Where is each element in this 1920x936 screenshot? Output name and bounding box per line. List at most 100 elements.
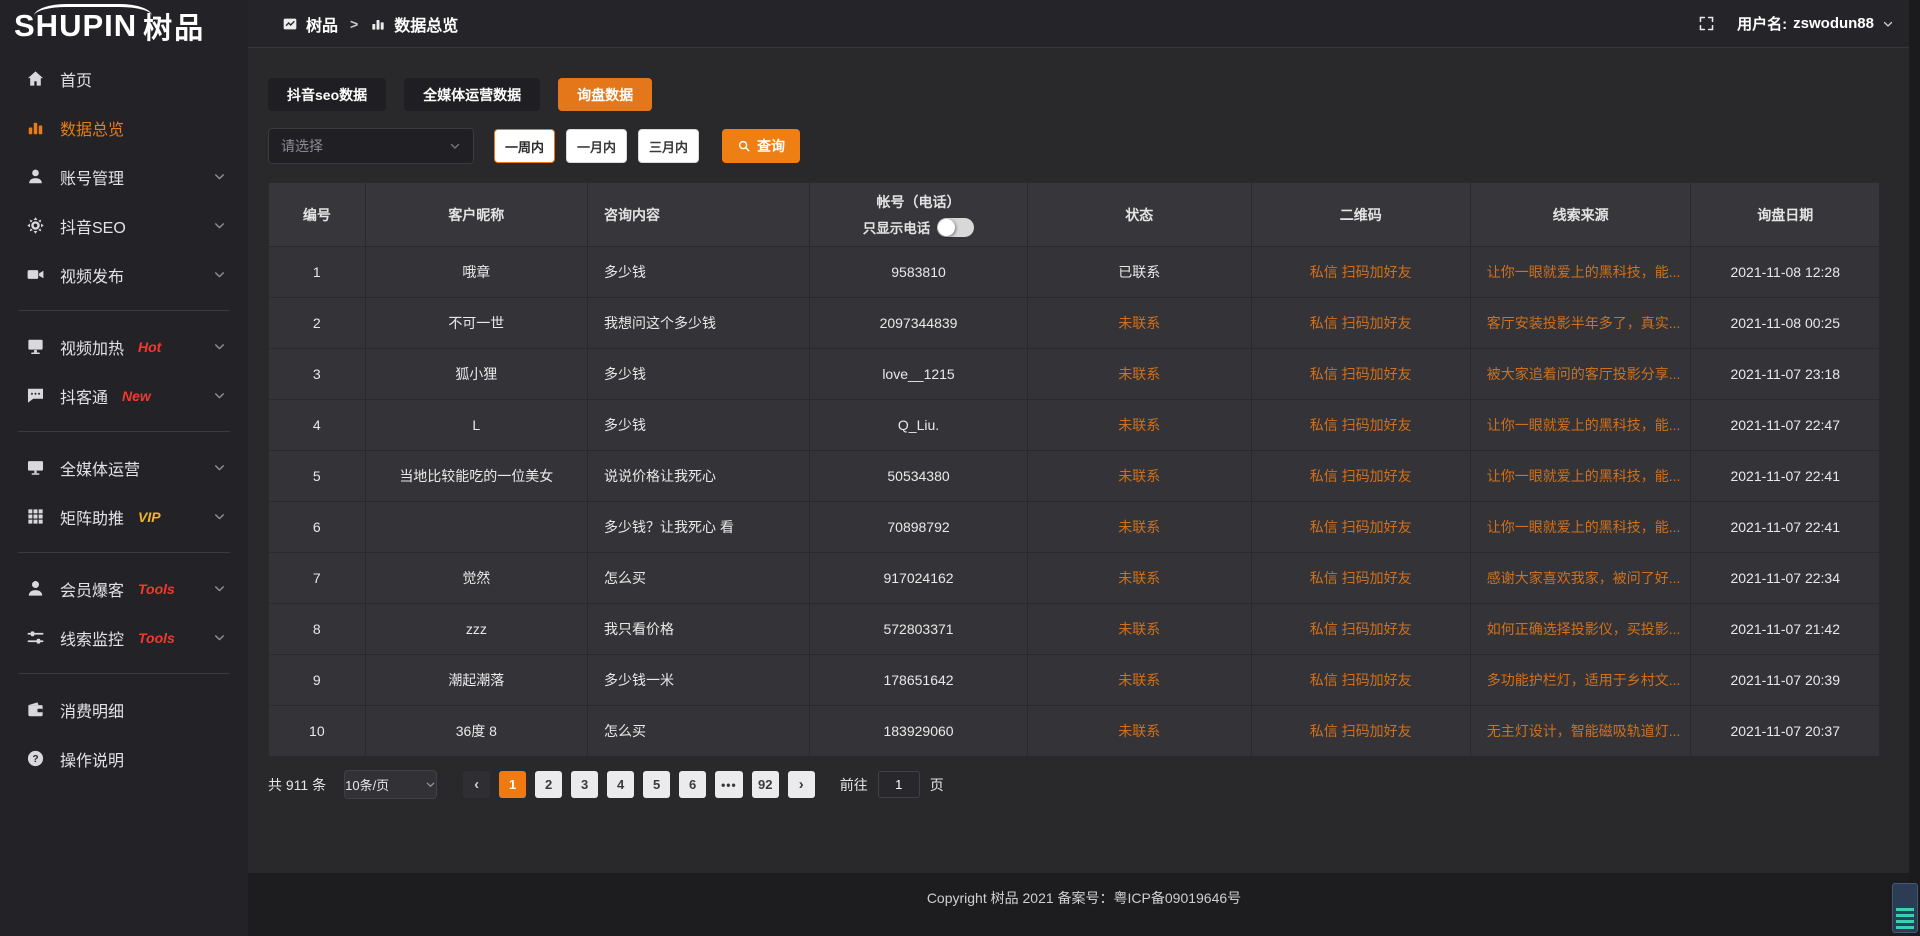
source-link[interactable]: 如何正确选择投影仪，买投影... xyxy=(1487,621,1681,637)
page-button-2[interactable]: 2 xyxy=(535,771,562,798)
sidebar-item-video-heat[interactable]: 视频加热Hot xyxy=(0,322,248,371)
cell-inquiry: 多少钱 xyxy=(587,400,809,451)
source-link[interactable]: 让你一眼就爱上的黑科技，能... xyxy=(1487,264,1681,280)
table-row: 1036度 8怎么买183929060未联系私信 扫码加好友无主灯设计，智能磁吸… xyxy=(269,706,1880,757)
user-menu[interactable]: 用户名: zswodun88 xyxy=(1737,13,1894,34)
chevron-down-icon xyxy=(213,510,226,523)
sidebar-item-matrix-boost[interactable]: 矩阵助推VIP xyxy=(0,492,248,541)
qr-friend-link[interactable]: 私信 扫码加好友 xyxy=(1310,366,1412,382)
cell-account: 9583810 xyxy=(810,247,1027,298)
total-count: 共 911 条 xyxy=(268,775,326,795)
qr-friend-link[interactable]: 私信 扫码加好友 xyxy=(1310,315,1412,331)
qr-friend-link[interactable]: 私信 扫码加好友 xyxy=(1310,723,1412,739)
cell-date: 2021-11-07 20:39 xyxy=(1691,655,1880,706)
prev-page-button[interactable]: ‹ xyxy=(463,771,490,798)
floating-widget[interactable] xyxy=(1892,883,1918,933)
status-badge: 未联系 xyxy=(1027,400,1251,451)
chevron-down-icon xyxy=(213,219,226,232)
query-button[interactable]: 查询 xyxy=(722,129,800,163)
qr-friend-link[interactable]: 私信 扫码加好友 xyxy=(1310,621,1412,637)
sidebar-item-clue-monitor[interactable]: 线索监控Tools xyxy=(0,613,248,662)
qr-friend-link[interactable]: 私信 扫码加好友 xyxy=(1310,570,1412,586)
cell-num: 9 xyxy=(269,655,366,706)
cell-account: love__1215 xyxy=(810,349,1027,400)
qr-friend-link[interactable]: 私信 扫码加好友 xyxy=(1310,519,1412,535)
sidebar-item-video-publish[interactable]: 视频发布 xyxy=(0,250,248,299)
page-button-5[interactable]: 5 xyxy=(643,771,670,798)
status-badge: 未联系 xyxy=(1027,451,1251,502)
page-button-4[interactable]: 4 xyxy=(607,771,634,798)
sidebar-item-account-manage[interactable]: 账号管理 xyxy=(0,152,248,201)
qr-friend-link[interactable]: 私信 扫码加好友 xyxy=(1310,468,1412,484)
tab-douyin-seo-data[interactable]: 抖音seo数据 xyxy=(268,78,386,111)
sidebar-item-media-operation[interactable]: 全媒体运营 xyxy=(0,443,248,492)
sidebar-item-label: 账号管理 xyxy=(60,165,124,189)
tab-inquiry-data[interactable]: 询盘数据 xyxy=(558,78,652,111)
brand-logo[interactable]: SHUPIN 树品 xyxy=(0,0,248,52)
user-icon xyxy=(26,167,45,186)
page-size-select[interactable]: 10条/页 xyxy=(344,770,437,799)
sidebar-item-label: 抖音SEO xyxy=(60,214,126,238)
cell-inquiry: 多少钱 xyxy=(587,247,809,298)
breadcrumb-root[interactable]: 树品 xyxy=(306,12,338,36)
goto-page: 前往 页 xyxy=(840,771,944,798)
fullscreen-icon[interactable] xyxy=(1698,15,1715,32)
sidebar-item-douyin-seo[interactable]: 抖音SEO xyxy=(0,201,248,250)
sidebar-item-operation-guide[interactable]: ?操作说明 xyxy=(0,734,248,783)
sidebar-item-label: 抖客通 xyxy=(60,384,108,408)
source-link[interactable]: 被大家追着问的客厅投影分享... xyxy=(1487,366,1681,382)
qr-friend-link[interactable]: 私信 扫码加好友 xyxy=(1310,417,1412,433)
source-link[interactable]: 感谢大家喜欢我家，被问了好... xyxy=(1487,570,1681,586)
sidebar-item-douketong[interactable]: 抖客通 New xyxy=(0,371,248,420)
source-link[interactable]: 无主灯设计，智能磁吸轨道灯... xyxy=(1487,723,1681,739)
source-link[interactable]: 多功能护栏灯，适用于乡村文... xyxy=(1487,672,1681,688)
filter-select[interactable]: 请选择 xyxy=(268,128,474,164)
page-button-6[interactable]: 6 xyxy=(679,771,706,798)
chevron-down-icon xyxy=(1882,18,1894,30)
cell-num: 1 xyxy=(269,247,366,298)
cell-date: 2021-11-07 22:41 xyxy=(1691,451,1880,502)
page-ellipsis[interactable]: ••• xyxy=(715,771,743,798)
phone-only-toggle[interactable] xyxy=(937,218,974,237)
sidebar-divider xyxy=(18,310,230,311)
sidebar-divider xyxy=(18,431,230,432)
cell-num: 2 xyxy=(269,298,366,349)
page-button-3[interactable]: 3 xyxy=(571,771,598,798)
range-button-0[interactable]: 一周内 xyxy=(494,129,555,163)
scrollbar-track[interactable] xyxy=(1909,0,1920,936)
table-row: 7觉然怎么买917024162未联系私信 扫码加好友感谢大家喜欢我家，被问了好.… xyxy=(269,553,1880,604)
header-source: 线索来源 xyxy=(1470,183,1691,247)
breadcrumb-separator: > xyxy=(350,16,358,32)
chevron-down-icon xyxy=(213,582,226,595)
goto-page-input[interactable] xyxy=(878,771,920,798)
page-button-92[interactable]: 92 xyxy=(752,771,779,798)
source-link[interactable]: 让你一眼就爱上的黑科技，能... xyxy=(1487,519,1681,535)
widget-stripes-icon xyxy=(1896,908,1914,929)
sidebar-item-label: 视频加热 xyxy=(60,335,124,359)
page-button-1[interactable]: 1 xyxy=(499,771,526,798)
chevron-down-icon xyxy=(213,340,226,353)
range-button-2[interactable]: 三月内 xyxy=(638,129,699,163)
sidebar-item-member-baoke[interactable]: 会员爆客Tools xyxy=(0,564,248,613)
range-button-group: 一周内一月内三月内 xyxy=(494,129,699,163)
qr-friend-link[interactable]: 私信 扫码加好友 xyxy=(1310,264,1412,280)
cell-inquiry: 怎么买 xyxy=(587,553,809,604)
qr-friend-link[interactable]: 私信 扫码加好友 xyxy=(1310,672,1412,688)
source-link[interactable]: 让你一眼就爱上的黑科技，能... xyxy=(1487,417,1681,433)
cell-account: 917024162 xyxy=(810,553,1027,604)
source-link[interactable]: 让你一眼就爱上的黑科技，能... xyxy=(1487,468,1681,484)
sidebar-item-consume-detail[interactable]: 消费明细 xyxy=(0,685,248,734)
cell-date: 2021-11-07 21:42 xyxy=(1691,604,1880,655)
sidebar-item-home[interactable]: 首页 xyxy=(0,54,248,103)
next-page-button[interactable]: › xyxy=(788,771,815,798)
phone-toggle-label: 只显示电话 xyxy=(863,217,931,237)
sidebar-item-label: 会员爆客 xyxy=(60,577,124,601)
cell-account: 50534380 xyxy=(810,451,1027,502)
home-icon xyxy=(26,69,45,88)
sidebar-item-data-overview[interactable]: 数据总览 xyxy=(0,103,248,152)
source-link[interactable]: 客厅安装投影半年多了，真实... xyxy=(1487,315,1681,331)
range-button-1[interactable]: 一月内 xyxy=(566,129,627,163)
breadcrumb: 树品 > 数据总览 xyxy=(282,12,458,36)
tab-media-operation-data[interactable]: 全媒体运营数据 xyxy=(404,78,540,111)
sidebar-item-badge: New xyxy=(122,388,151,404)
